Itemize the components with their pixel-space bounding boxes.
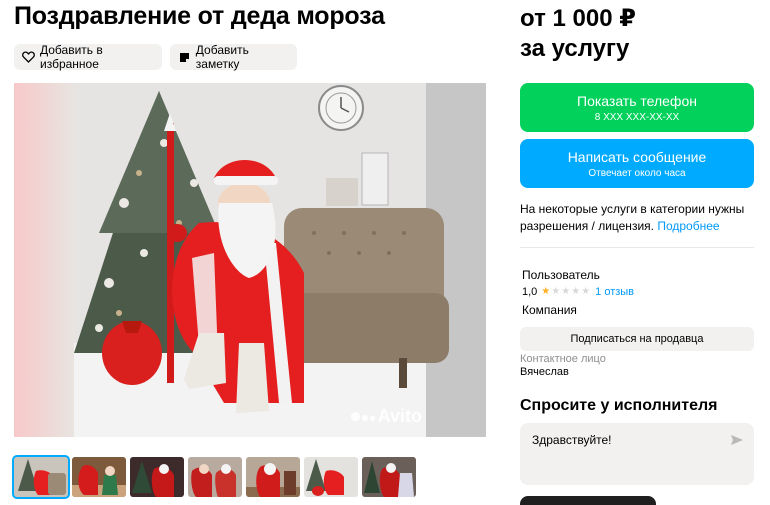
ask-title: Спросите у исполнителя	[520, 397, 718, 414]
ask-message-input[interactable]: Здравствуйте!	[520, 423, 754, 485]
price-unit: за услугу	[520, 35, 630, 62]
write-message-button[interactable]: Написать сообщение Отвечает около часа	[520, 139, 754, 188]
thumbnail-6[interactable]	[304, 457, 358, 497]
divider	[520, 247, 754, 248]
add-note-button[interactable]: Добавить заметку	[170, 43, 297, 71]
heart-icon	[22, 50, 35, 64]
seller-info: Пользователь 1,0 ★ ★ ★ ★ ★ 1 отзыв Компа…	[522, 268, 634, 317]
star-icon: ★	[541, 286, 551, 297]
license-more-link[interactable]: Подробнее	[657, 219, 719, 233]
thumbnail-7[interactable]	[362, 457, 416, 497]
avito-watermark: Avito	[350, 406, 422, 427]
rating-value: 1,0	[522, 286, 538, 298]
star-icon: ★	[561, 286, 571, 297]
star-icon: ★	[551, 286, 561, 297]
thumbnail-5[interactable]	[246, 457, 300, 497]
star-icon: ★	[571, 286, 581, 297]
rating-stars: ★ ★ ★ ★ ★	[541, 287, 590, 297]
license-notice: На некоторые услуги в категории нужны ра…	[520, 201, 760, 235]
show-phone-button[interactable]: Показать телефон 8 XXX XXX-XX-XX	[520, 83, 754, 132]
seller-name[interactable]: Пользователь	[522, 268, 634, 282]
seller-type: Компания	[522, 303, 577, 317]
contact-name: Вячеслав	[520, 366, 569, 378]
send-icon[interactable]	[730, 434, 744, 449]
write-message-label: Написать сообщение	[567, 148, 707, 165]
avito-watermark-text: Avito	[377, 406, 422, 426]
price-amount: от 1 000 ₽	[520, 5, 636, 32]
reviews-link[interactable]: 1 отзыв	[595, 286, 634, 298]
santa-photo-illustration	[14, 83, 486, 437]
avito-logo-icon	[350, 412, 375, 421]
star-icon: ★	[581, 286, 591, 297]
photo-thumbnails	[12, 455, 416, 499]
add-to-favorites-button[interactable]: Добавить в избранное	[14, 43, 162, 71]
thumbnail-1[interactable]	[12, 455, 70, 499]
thumbnail-4[interactable]	[188, 457, 242, 497]
main-photo[interactable]: Avito	[14, 83, 486, 437]
price: от 1 000 ₽ за услугу	[520, 4, 636, 64]
subscribe-button[interactable]: Подписаться на продавца	[520, 327, 754, 351]
ask-send-button[interactable]	[520, 496, 656, 505]
seller-rating: 1,0 ★ ★ ★ ★ ★ 1 отзыв	[522, 286, 634, 298]
listing-title: Поздравление от деда мороза	[14, 2, 385, 30]
thumbnail-3[interactable]	[130, 457, 184, 497]
add-to-favorites-label: Добавить в избранное	[40, 43, 103, 71]
thumbnail-2[interactable]	[72, 457, 126, 497]
contact-label: Контактное лицо	[520, 353, 606, 365]
add-note-label: Добавить заметку	[195, 43, 249, 71]
phone-masked: 8 XXX XXX-XX-XX	[594, 111, 680, 123]
show-phone-label: Показать телефон	[577, 92, 697, 109]
note-icon	[178, 50, 191, 64]
ask-message-text: Здравствуйте!	[532, 433, 612, 447]
response-time: Отвечает около часа	[588, 167, 686, 179]
